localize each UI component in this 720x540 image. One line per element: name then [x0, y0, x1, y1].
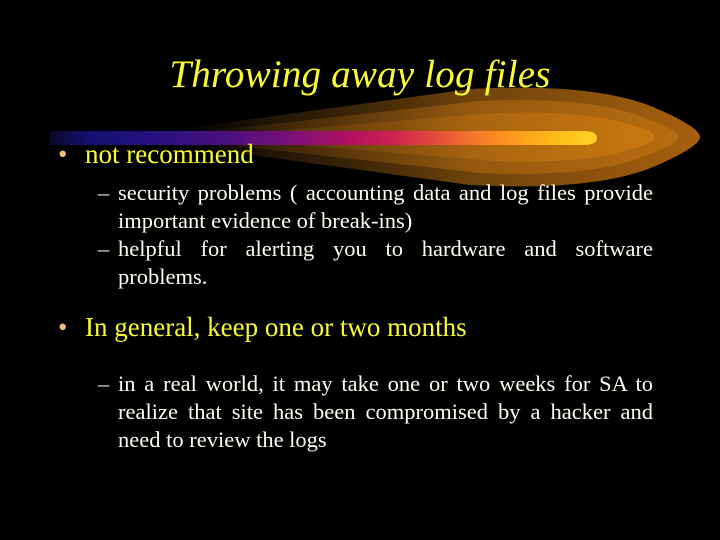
bullet-text: In general, keep one or two months — [85, 312, 467, 342]
bullet-level2-helpful-alerting: – helpful for alerting you to hardware a… — [98, 235, 653, 291]
bullet-text: security problems ( accounting data and … — [118, 180, 653, 233]
bullet-text: not recommend — [85, 139, 254, 169]
bullet-marker-icon: • — [58, 312, 68, 342]
slide: Throwing away log files • not recommend … — [0, 0, 720, 540]
dash-marker-icon: – — [98, 371, 110, 396]
bullet-level2-real-world: – in a real world, it may take one or tw… — [98, 370, 653, 454]
bullet-text: helpful for alerting you to hardware and… — [118, 236, 653, 289]
bullet-level2-security-problems: – security problems ( accounting data an… — [98, 179, 653, 235]
bullet-level1-not-recommend: • not recommend — [0, 138, 720, 171]
dash-marker-icon: – — [98, 180, 110, 205]
bullet-text: in a real world, it may take one or two … — [118, 371, 653, 452]
slide-title: Throwing away log files — [169, 53, 551, 96]
dash-marker-icon: – — [98, 236, 110, 261]
bullet-marker-icon: • — [58, 139, 68, 169]
bullet-level1-in-general: • In general, keep one or two months — [0, 311, 720, 344]
slide-body: • not recommend – security problems ( ac… — [0, 138, 720, 454]
